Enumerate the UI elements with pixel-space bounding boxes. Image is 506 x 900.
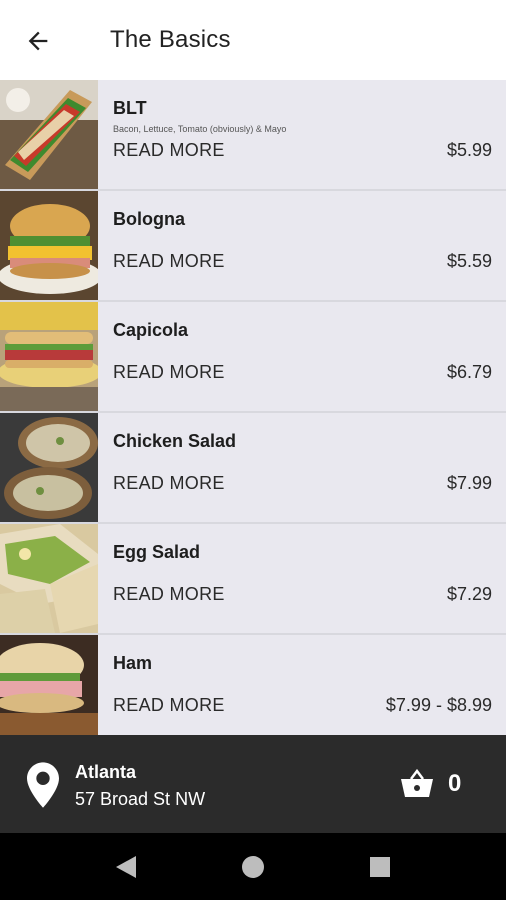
item-price: $7.99 - $8.99 (385, 695, 492, 715)
back-button[interactable] (20, 22, 60, 60)
location-city: Atlanta (75, 762, 137, 782)
item-name: Egg Salad (113, 542, 201, 562)
sandwich-image (0, 635, 98, 735)
app-bar: The Basics (0, 0, 506, 80)
menu-item-chicken-salad[interactable]: Chicken Salad READ MORE $7.99 (0, 413, 506, 524)
item-name: Capicola (113, 320, 189, 340)
menu-item-capicola[interactable]: Capicola READ MORE $6.79 (0, 302, 506, 413)
sandwich-image (0, 191, 98, 300)
cart-count: 0 (448, 770, 462, 797)
menu-item-egg-salad[interactable]: Egg Salad READ MORE $7.29 (0, 524, 506, 635)
location-address: 57 Broad St NW (75, 789, 206, 809)
read-more-link[interactable]: READ MORE (113, 251, 225, 272)
page-title: The Basics (110, 26, 231, 53)
cart-button[interactable]: 0 (400, 765, 480, 805)
item-name: Chicken Salad (113, 431, 237, 451)
item-name: BLT (113, 98, 147, 118)
nav-home-button[interactable] (237, 851, 269, 883)
square-recents-icon (370, 857, 390, 877)
menu-item-ham[interactable]: Ham READ MORE $7.99 - $8.99 (0, 635, 506, 735)
read-more-link[interactable]: READ MORE (113, 695, 225, 716)
location-bar[interactable]: Atlanta 57 Broad St NW 0 (0, 735, 506, 833)
location-pin-icon (27, 762, 59, 808)
sandwich-image (0, 80, 98, 189)
system-nav-bar (0, 833, 506, 900)
menu-item-blt[interactable]: BLT Bacon, Lettuce, Tomato (obviously) &… (0, 80, 506, 191)
item-price: $5.59 (446, 251, 492, 271)
sandwich-image (0, 524, 98, 633)
sandwich-image (0, 302, 98, 411)
item-name: Ham (113, 653, 153, 673)
read-more-link[interactable]: READ MORE (113, 473, 225, 494)
triangle-back-icon (116, 856, 136, 878)
arrow-left-icon (28, 31, 48, 51)
circle-home-icon (242, 856, 264, 878)
item-price: $7.99 (446, 473, 492, 493)
item-price: $6.79 (446, 362, 492, 382)
menu-list[interactable]: BLT Bacon, Lettuce, Tomato (obviously) &… (0, 80, 506, 735)
nav-back-button[interactable] (110, 851, 142, 883)
nav-recents-button[interactable] (364, 851, 396, 883)
read-more-link[interactable]: READ MORE (113, 362, 225, 383)
read-more-link[interactable]: READ MORE (113, 584, 225, 605)
item-description: Bacon, Lettuce, Tomato (obviously) & May… (113, 124, 287, 134)
item-name: Bologna (113, 209, 185, 229)
item-price: $5.99 (446, 140, 492, 160)
sandwich-image (0, 413, 98, 522)
basket-icon (401, 769, 433, 797)
read-more-link[interactable]: READ MORE (113, 140, 225, 161)
item-price: $7.29 (446, 584, 492, 604)
menu-item-bologna[interactable]: Bologna READ MORE $5.59 (0, 191, 506, 302)
